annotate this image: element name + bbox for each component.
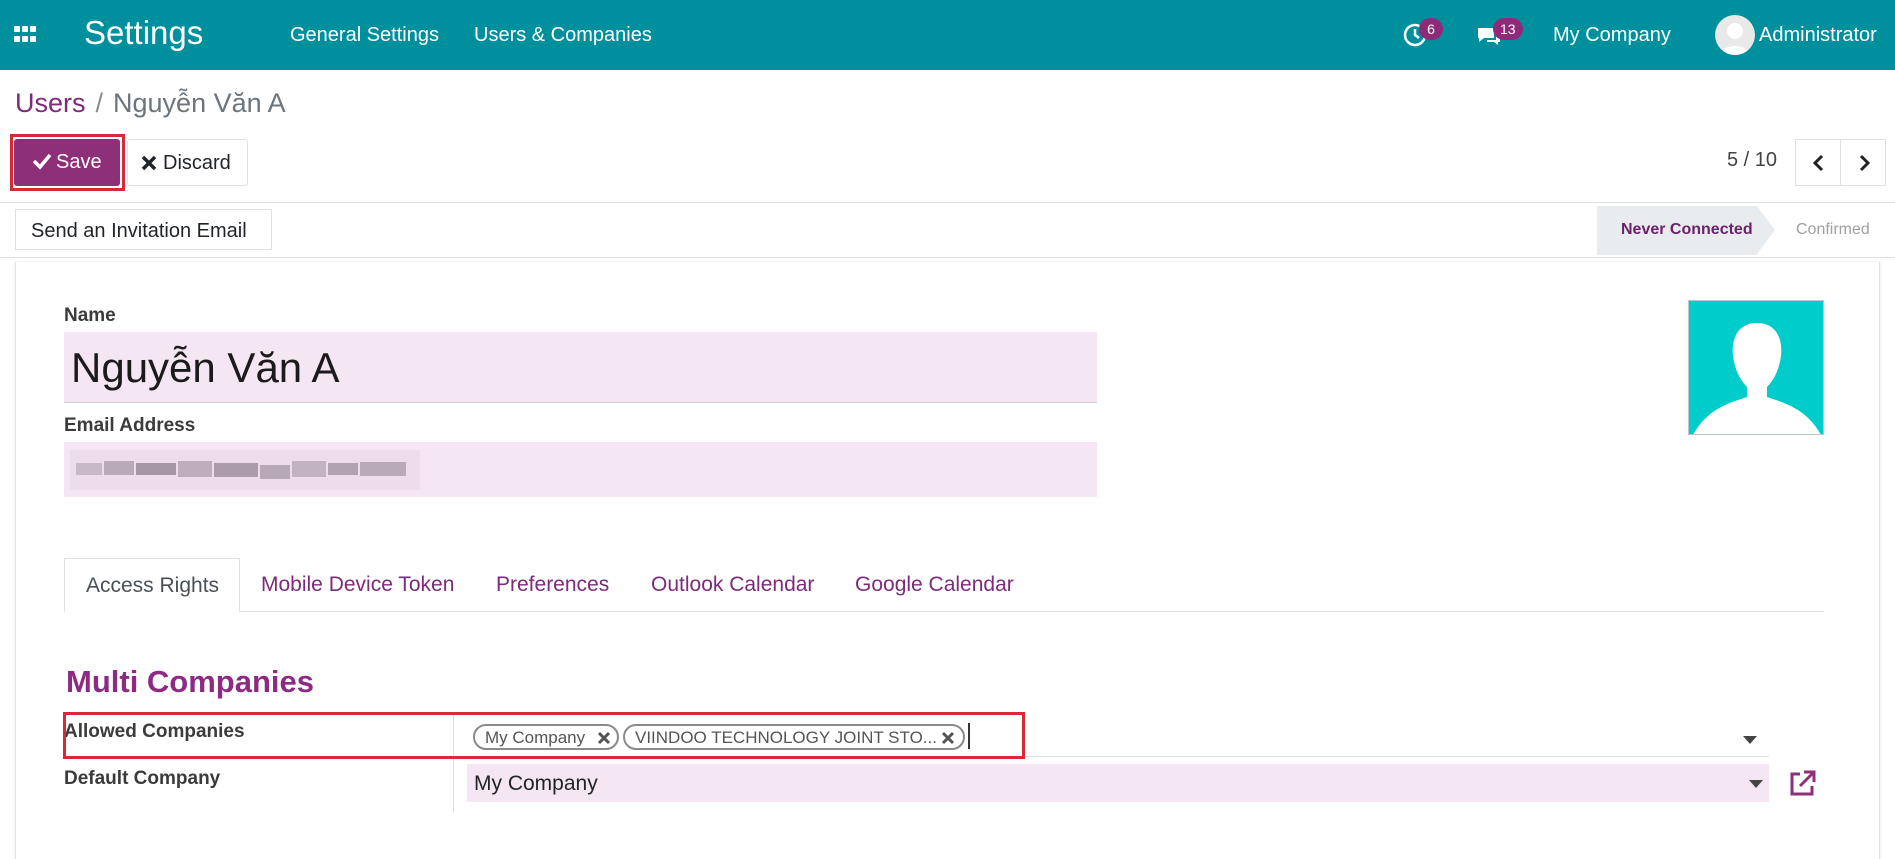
tab-mobile-device-token-label: Mobile Device Token [261, 573, 455, 596]
send-invitation-button[interactable]: Send an Invitation Email [15, 209, 272, 250]
default-company-value: My Company [474, 772, 598, 795]
tab-mobile-device-token[interactable]: Mobile Device Token [240, 558, 460, 612]
user-menu[interactable]: Administrator [1759, 24, 1877, 47]
email-label: Email Address [64, 415, 196, 436]
allowed-companies-highlight-outline [63, 712, 1025, 759]
tab-access-rights[interactable]: Access Rights [64, 558, 240, 612]
email-field[interactable] [64, 442, 1097, 497]
default-company-field[interactable]: My Company [467, 764, 1769, 802]
tab-outlook-calendar-label: Outlook Calendar [651, 573, 815, 596]
statusbar-divider [0, 257, 1895, 258]
tab-google-calendar[interactable]: Google Calendar [834, 558, 1034, 612]
app-title: Settings [84, 14, 204, 51]
send-invitation-label: Send an Invitation Email [31, 220, 247, 242]
breadcrumb-current: Nguyễn Văn A [113, 88, 286, 118]
tab-google-calendar-label: Google Calendar [855, 573, 1014, 596]
name-field[interactable]: Nguyễn Văn A [64, 332, 1097, 403]
pager-value[interactable]: 5 / 10 [1727, 149, 1777, 172]
check-icon [32, 153, 52, 170]
chevron-right-icon [1859, 154, 1871, 172]
breadcrumb: Users / Nguyễn Văn A [15, 88, 286, 119]
name-value: Nguyễn Văn A [71, 344, 340, 391]
section-title-multi-companies: Multi Companies [66, 664, 315, 699]
status-confirmed[interactable]: Confirmed [1796, 221, 1870, 239]
messages-count-badge: 13 [1493, 18, 1523, 40]
tab-outlook-calendar[interactable]: Outlook Calendar [630, 558, 830, 612]
discard-button-label: Discard [163, 152, 231, 174]
tab-preferences-label: Preferences [496, 573, 610, 596]
save-button-label: Save [56, 151, 102, 173]
company-switcher[interactable]: My Company [1553, 24, 1671, 47]
status-never-connected[interactable]: Never Connected [1597, 206, 1757, 255]
menu-general-settings[interactable]: General Settings [290, 24, 439, 47]
user-avatar[interactable] [1715, 15, 1755, 55]
menu-users-companies[interactable]: Users & Companies [474, 24, 652, 47]
pager-previous-button[interactable] [1795, 139, 1841, 186]
redacted-email-blur [70, 450, 420, 490]
default-company-label: Default Company [64, 768, 221, 789]
allowed-companies-dropdown-icon[interactable] [1743, 736, 1757, 744]
status-never-connected-label: Never Connected [1621, 221, 1753, 238]
top-navbar: Settings General Settings Users & Compan… [0, 0, 1895, 70]
save-button[interactable]: Save [14, 139, 120, 186]
tab-access-rights-label: Access Rights [86, 574, 220, 597]
discard-button[interactable]: Discard [127, 139, 248, 186]
toolbar-divider [0, 202, 1895, 203]
name-label: Name [64, 305, 116, 326]
apps-menu-icon[interactable] [14, 26, 36, 44]
chevron-left-icon [1812, 154, 1824, 172]
user-photo[interactable] [1688, 300, 1824, 435]
status-arrow [1757, 206, 1775, 254]
breadcrumb-separator: / [95, 88, 104, 118]
user-placeholder-icon [1693, 323, 1821, 434]
breadcrumb-users-link[interactable]: Users [15, 88, 86, 118]
close-icon [141, 155, 157, 171]
pager-next-button[interactable] [1840, 139, 1886, 186]
tab-preferences[interactable]: Preferences [475, 558, 625, 612]
activity-count-badge: 6 [1419, 18, 1443, 40]
external-link-icon[interactable] [1786, 768, 1818, 800]
default-company-dropdown-icon[interactable] [1749, 780, 1763, 788]
